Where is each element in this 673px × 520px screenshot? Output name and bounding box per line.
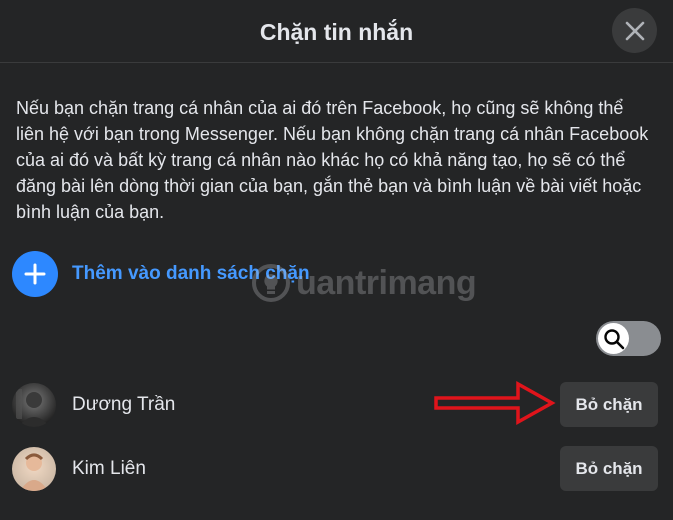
dialog-header: Chặn tin nhắn (0, 0, 673, 63)
search-icon (603, 328, 624, 349)
add-to-block-list-label: Thêm vào danh sách chặn (72, 263, 310, 284)
block-messages-dialog: Chặn tin nhắn Nếu bạn chặn trang cá nhân… (0, 0, 673, 520)
close-button[interactable] (612, 8, 657, 53)
plus-icon (24, 263, 46, 285)
avatar (12, 447, 56, 491)
search-toggle[interactable] (596, 321, 661, 356)
unblock-button[interactable]: Bỏ chặn (560, 446, 658, 491)
blocked-user-row: Dương Trần Bỏ chặn (12, 382, 662, 428)
watermark-text: uantrimang (296, 263, 477, 302)
block-description: Nếu bạn chặn trang cá nhân của ai đó trê… (16, 98, 649, 222)
plus-circle (12, 251, 58, 297)
close-icon (625, 21, 644, 40)
add-to-block-list-button[interactable]: Thêm vào danh sách chặn (12, 251, 310, 297)
search-knob (598, 323, 629, 354)
dialog-title: Chặn tin nhắn (259, 18, 414, 45)
blocked-user-row: Kim Liên Bỏ chặn (12, 446, 662, 492)
unblock-button[interactable]: Bỏ chặn (560, 382, 658, 427)
avatar (12, 383, 56, 427)
